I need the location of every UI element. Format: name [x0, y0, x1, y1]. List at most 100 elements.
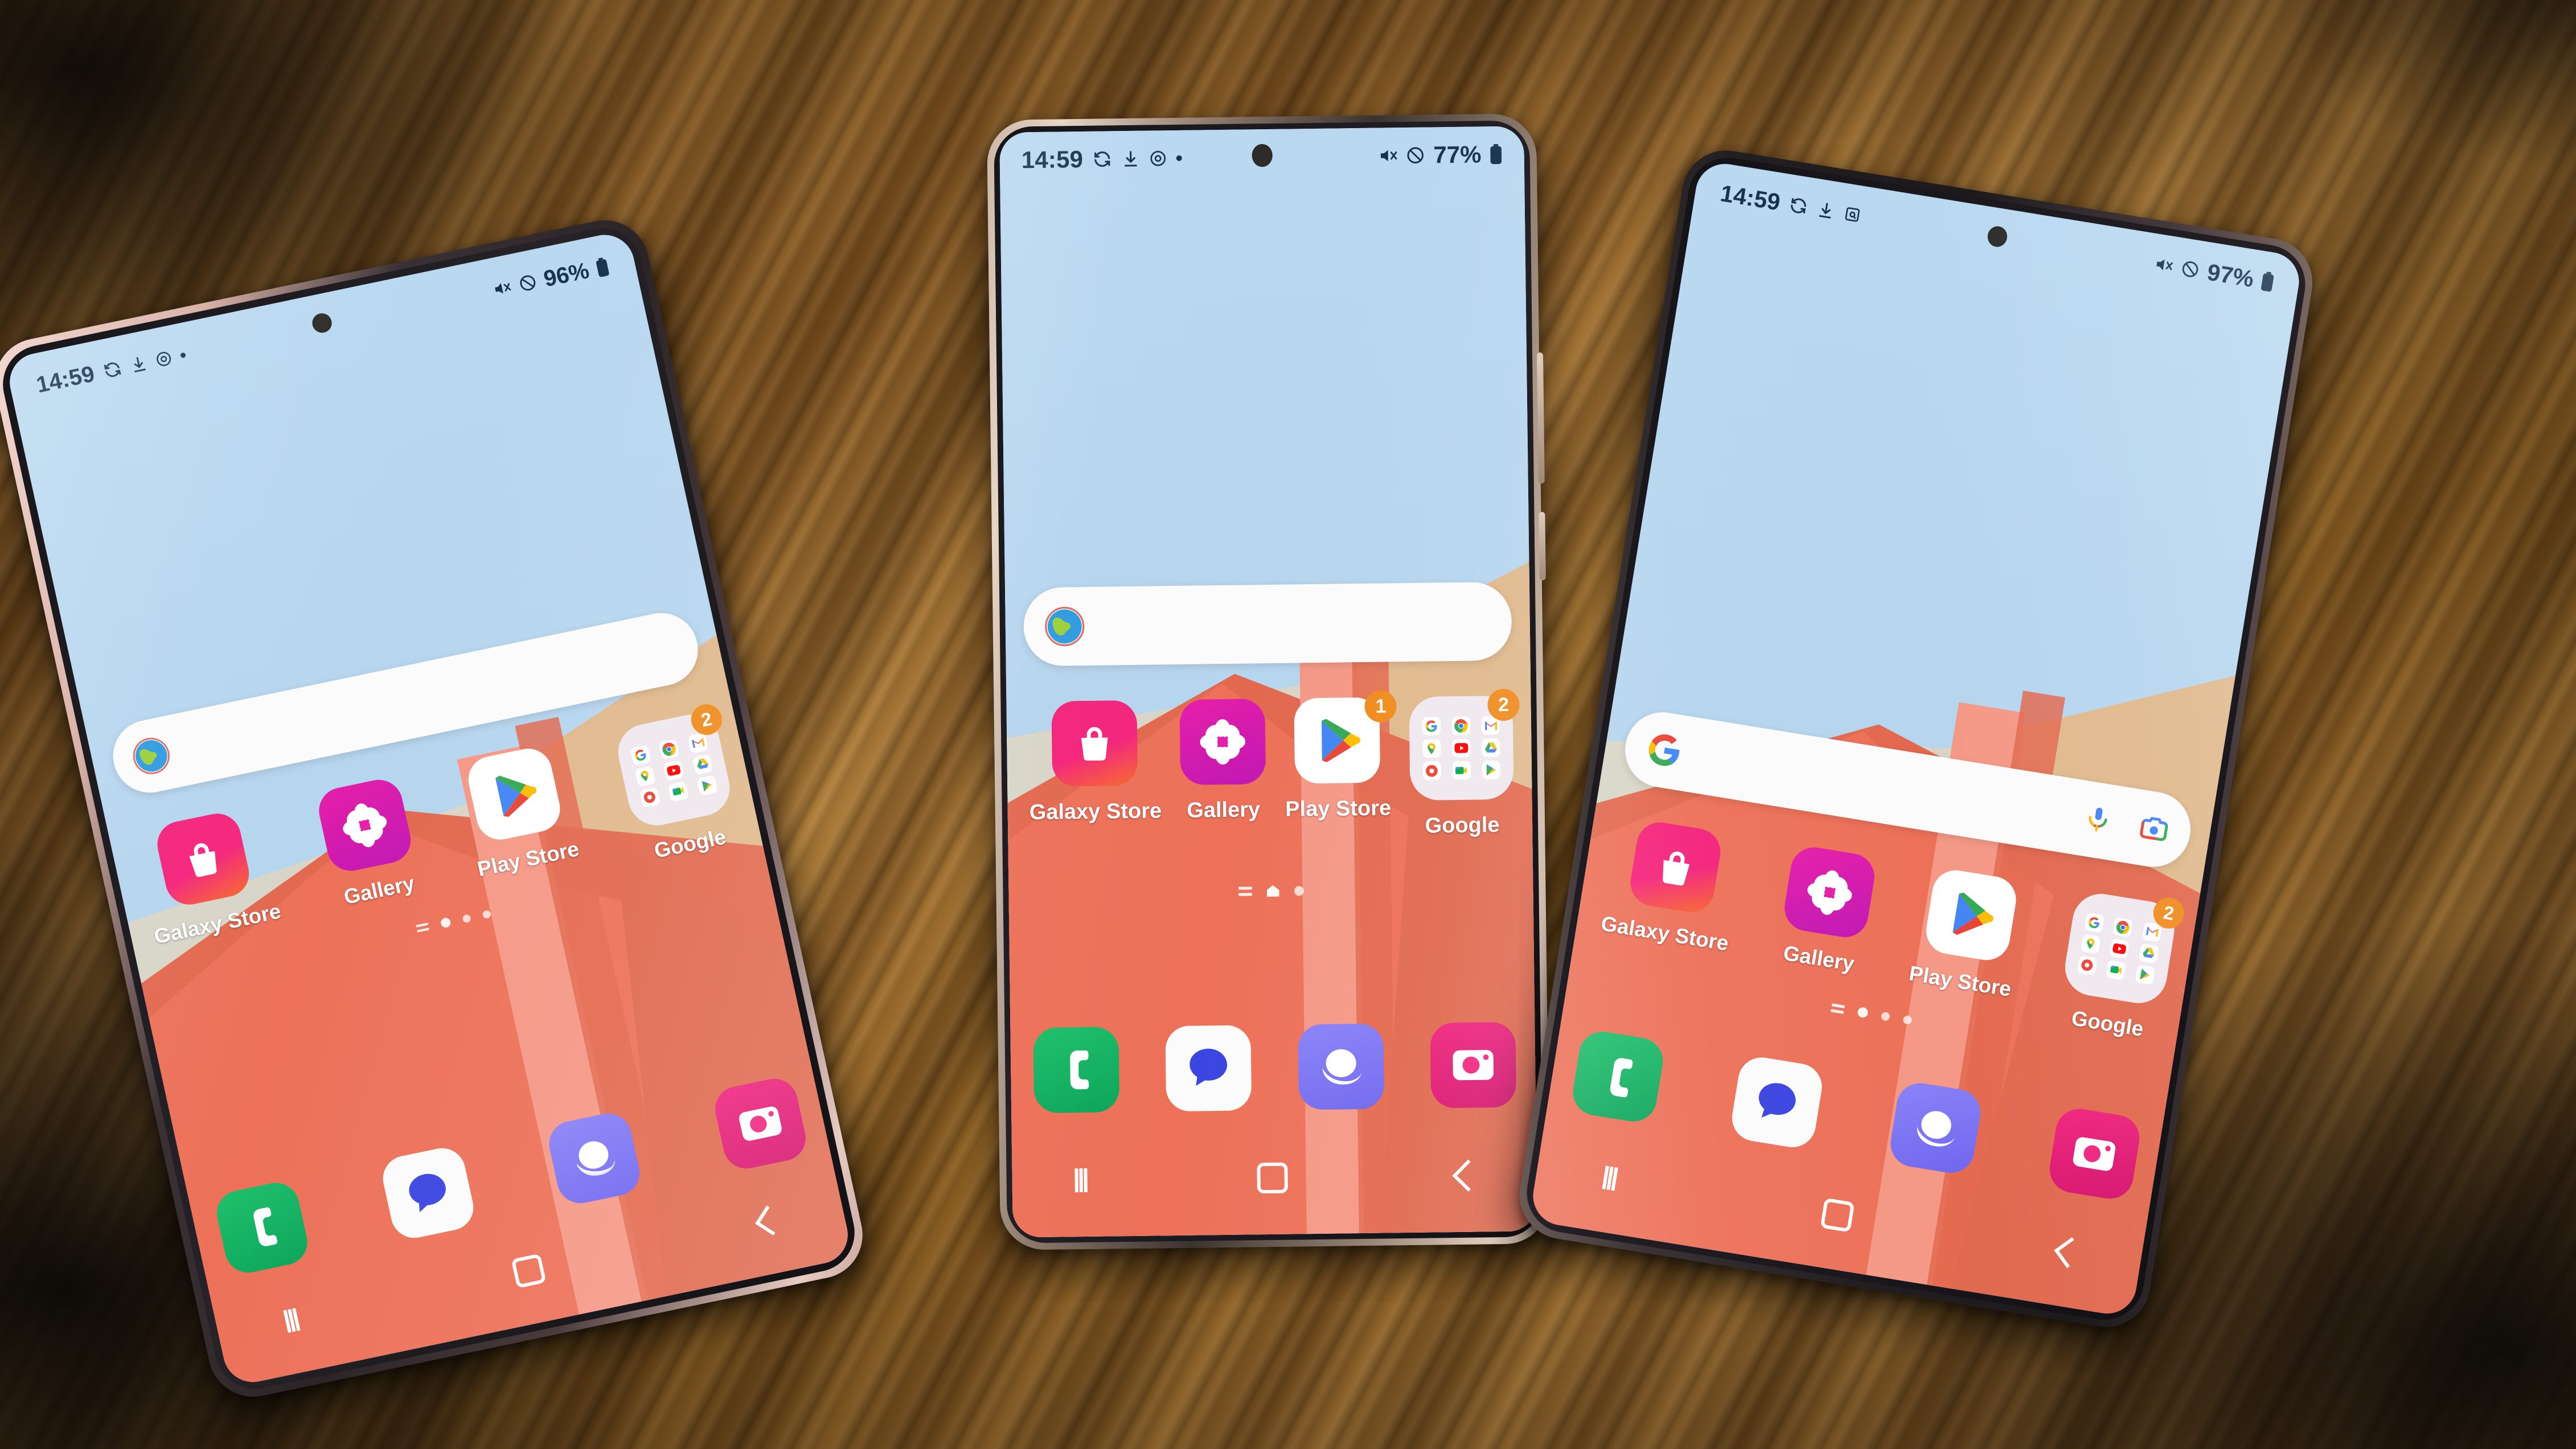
page-dot[interactable]	[1294, 885, 1304, 896]
galaxy-store-icon[interactable]	[1627, 819, 1724, 916]
battery-icon	[1490, 144, 1502, 165]
app-label: Galaxy Store	[1599, 912, 1730, 955]
app-badge: 1	[1364, 690, 1397, 723]
apps-list-icon[interactable]	[1830, 1003, 1845, 1014]
apps-list-icon[interactable]	[1238, 886, 1252, 896]
gallery-icon[interactable]	[1781, 844, 1878, 941]
app-label: Galaxy Store	[1029, 799, 1162, 825]
page-dot[interactable]	[462, 913, 471, 923]
google-lens-icon[interactable]	[2136, 811, 2172, 848]
status-bar: 14:59 77%	[999, 138, 1524, 175]
google-icon	[1422, 717, 1441, 736]
app-galaxy-store[interactable]: Galaxy Store	[1028, 700, 1162, 843]
mute-icon	[2156, 259, 2173, 270]
page-dot-active[interactable]	[440, 917, 452, 929]
download-icon	[1819, 202, 1831, 219]
samsung-internet-icon[interactable]	[1298, 1023, 1384, 1110]
meet-icon	[2106, 959, 2127, 980]
maps-icon	[1422, 739, 1441, 758]
sync-icon	[104, 362, 121, 377]
page-dot[interactable]	[1902, 1015, 1913, 1025]
battery-icon	[596, 257, 609, 277]
page-dot[interactable]	[1880, 1011, 1891, 1021]
app-galaxy-store[interactable]: Galaxy Store	[1597, 815, 1746, 974]
app-row: Galaxy Store Gallery	[1028, 688, 1520, 843]
target-icon	[1150, 150, 1166, 166]
sync-icon	[1791, 198, 1807, 214]
mute-icon	[495, 283, 511, 294]
recents-icon[interactable]	[1074, 1168, 1088, 1193]
samsung-internet-globe-icon	[126, 731, 177, 781]
camera-icon[interactable]	[2046, 1105, 2143, 1202]
app-label: Play Store	[475, 837, 581, 881]
camera-icon[interactable]	[1430, 1021, 1517, 1109]
app-label: Play Store	[1285, 796, 1392, 822]
phone-icon[interactable]	[1033, 1027, 1120, 1114]
youtube-icon	[2109, 938, 2130, 959]
galaxy-store-icon[interactable]	[153, 809, 254, 909]
mute-icon	[1381, 150, 1397, 162]
maps-icon	[634, 765, 656, 787]
samsung-internet-globe-icon	[1041, 604, 1088, 650]
gallery-icon[interactable]	[1179, 699, 1266, 785]
page-dot[interactable]	[482, 909, 492, 919]
app-play-store[interactable]: 1 Play Store	[1284, 690, 1397, 840]
battery-icon	[2261, 271, 2274, 292]
google-g-icon	[1643, 729, 1686, 772]
play-icon	[1482, 761, 1501, 779]
back-icon[interactable]	[2054, 1237, 2085, 1268]
drive-icon	[692, 753, 713, 775]
messages-icon[interactable]	[378, 1144, 478, 1242]
app-gallery[interactable]: Gallery	[1773, 844, 1878, 995]
do-not-disturb-icon	[1407, 147, 1424, 164]
drive-icon	[1482, 738, 1500, 757]
phone-icon[interactable]	[1569, 1028, 1667, 1125]
home-icon[interactable]	[1820, 1197, 1855, 1233]
gallery-icon[interactable]	[314, 775, 416, 875]
app-label: Galaxy Store	[151, 899, 284, 949]
camera-icon[interactable]	[711, 1074, 810, 1173]
navigation-bar	[1074, 1155, 1484, 1202]
galaxy-store-icon[interactable]	[1051, 700, 1138, 787]
do-not-disturb-icon	[520, 275, 536, 291]
play-icon	[2135, 964, 2156, 985]
search-widget[interactable]	[1023, 581, 1512, 667]
page-indicator[interactable]	[1238, 885, 1304, 897]
apps-list-icon[interactable]	[415, 922, 430, 933]
side-button-power[interactable]	[1539, 512, 1546, 581]
phone-center-screen[interactable]: 14:59 77% Galaxy Store Gallery 1 Play St…	[999, 126, 1537, 1238]
maps-icon	[2080, 933, 2101, 954]
page-dot-active[interactable]	[1857, 1006, 1869, 1019]
app-play-store[interactable]: Play Store	[454, 742, 585, 899]
samsung-internet-icon[interactable]	[1887, 1079, 1984, 1177]
app-label: Google	[1425, 813, 1500, 838]
back-icon[interactable]	[755, 1205, 785, 1235]
messages-icon[interactable]	[1165, 1025, 1252, 1112]
dot-icon	[180, 352, 186, 358]
photos-icon	[2077, 955, 2098, 975]
back-icon[interactable]	[1452, 1159, 1484, 1192]
chrome-icon	[1451, 716, 1471, 736]
google-icon	[2083, 912, 2105, 933]
messages-icon[interactable]	[1728, 1054, 1826, 1151]
app-google-folder[interactable]: 2 Google	[1409, 688, 1520, 839]
app-label: Gallery	[1782, 941, 1856, 976]
dot-icon	[1176, 155, 1183, 161]
app-gallery[interactable]: Gallery	[314, 775, 427, 929]
phone-icon[interactable]	[212, 1179, 312, 1277]
app-play-store[interactable]: Play Store	[1905, 865, 2029, 1020]
samsung-internet-icon[interactable]	[544, 1109, 644, 1208]
phone-center[interactable]: 14:59 77% Galaxy Store Gallery 1 Play St…	[986, 113, 1550, 1250]
app-gallery[interactable]: Gallery	[1179, 699, 1266, 842]
mic-icon[interactable]	[2081, 802, 2115, 839]
target-icon	[156, 352, 171, 367]
home-icon[interactable]	[511, 1253, 547, 1288]
play-store-icon[interactable]	[1922, 867, 2020, 964]
chrome-icon	[2113, 917, 2134, 938]
play-store-icon[interactable]	[463, 744, 564, 844]
home-icon[interactable]	[1257, 1162, 1288, 1194]
youtube-icon	[1452, 738, 1471, 758]
google-icon	[630, 744, 651, 766]
home-page-icon[interactable]	[1266, 885, 1279, 897]
photos-icon	[639, 786, 661, 808]
